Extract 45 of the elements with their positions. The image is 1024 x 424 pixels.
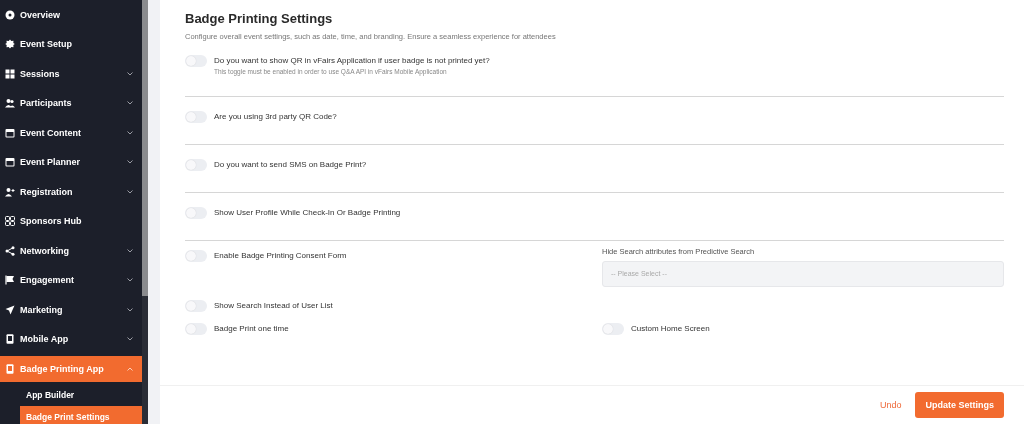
nav-item[interactable]: Networking: [0, 236, 142, 266]
setting-label: Do you want to send SMS on Badge Print?: [214, 159, 367, 171]
nav-item[interactable]: Registration: [0, 177, 142, 207]
setting-label: Are you using 3rd party QR Code?: [214, 111, 337, 123]
phone-icon: [5, 364, 15, 374]
setting-label: Custom Home Screen: [631, 323, 710, 335]
setting-label: Enable Badge Printing Consent Form: [214, 250, 347, 262]
scrollbar[interactable]: [142, 0, 148, 424]
toggle-switch[interactable]: [185, 323, 207, 335]
calendar-icon: [5, 127, 15, 138]
setting-label: Badge Print one time: [214, 323, 289, 335]
nav-item[interactable]: Event Content: [0, 118, 142, 148]
gear-icon: [5, 39, 15, 50]
nav-item[interactable]: Event Planner: [0, 147, 142, 177]
setting-label: Show Search Instead of User List: [214, 300, 333, 312]
nav-item[interactable]: Marketing: [0, 295, 142, 325]
toggle-switch[interactable]: [185, 250, 207, 262]
people-icon: [5, 98, 15, 109]
phone-icon: [5, 334, 15, 345]
nav-subitem[interactable]: App Builder: [20, 384, 142, 406]
toggle-switch[interactable]: [185, 111, 207, 123]
toggle-switch[interactable]: [185, 207, 207, 219]
nav-item[interactable]: Mobile App: [0, 324, 142, 354]
grid-icon: [5, 216, 15, 227]
flag-icon: [5, 275, 15, 286]
setting-label: Do you want to show QR in vFairs Application if user badge is not printed yet?: [214, 55, 490, 67]
share-icon: [5, 245, 15, 256]
nav-item[interactable]: Sessions: [0, 59, 142, 89]
nav-item[interactable]: Engagement: [0, 265, 142, 295]
nav-item[interactable]: Event Setup: [0, 29, 142, 59]
toggle-switch[interactable]: [602, 323, 624, 335]
nav-item[interactable]: Overview: [0, 0, 142, 30]
user-add-icon: [5, 186, 15, 197]
grid-icon: [5, 68, 15, 79]
nav-item[interactable]: Participants: [0, 88, 142, 118]
setting-label: Show User Profile While Check-In Or Badge Printing: [214, 207, 401, 219]
calendar-icon: [5, 157, 15, 168]
scrollbar-thumb[interactable]: [142, 0, 148, 296]
toggle-switch[interactable]: [185, 159, 207, 171]
page-title: Badge Printing Settings: [185, 11, 334, 26]
nav-item[interactable]: Sponsors Hub: [0, 206, 142, 236]
send-icon: [5, 304, 15, 315]
circle-icon: [5, 9, 15, 20]
toggle-switch[interactable]: [185, 300, 207, 312]
toggle-switch[interactable]: [185, 55, 207, 67]
